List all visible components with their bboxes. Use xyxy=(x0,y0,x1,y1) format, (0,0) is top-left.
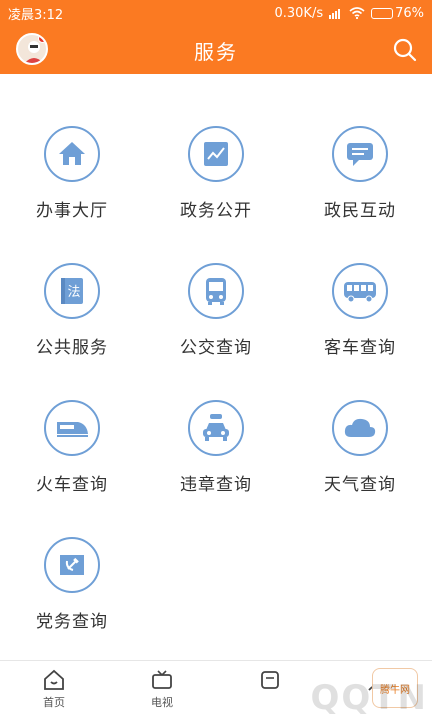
car-icon xyxy=(203,414,229,441)
search-icon[interactable] xyxy=(392,37,418,63)
status-indicators: 0.30K/s 76% xyxy=(274,6,424,21)
service-item-bus[interactable]: 公交查询 xyxy=(156,263,276,373)
service-item-gov-affairs[interactable]: 政务公开 xyxy=(156,126,276,236)
avatar[interactable] xyxy=(16,33,48,65)
service-item-party[interactable]: 党务查询 xyxy=(12,537,132,647)
service-item-public-service[interactable]: 法 公共服务 xyxy=(12,263,132,373)
tab-label: 电视 xyxy=(151,696,173,709)
service-label: 违章查询 xyxy=(180,475,252,495)
service-icon xyxy=(261,671,279,689)
battery-text: 76% xyxy=(395,5,424,21)
watermark-badge: 腾牛网 xyxy=(372,668,418,708)
party-flag-icon xyxy=(60,555,84,575)
service-item-coach[interactable]: 客车查询 xyxy=(300,263,420,373)
tab-service[interactable] xyxy=(216,661,324,720)
svg-text:法: 法 xyxy=(67,285,80,300)
tab-home[interactable]: 首页 xyxy=(0,661,108,720)
service-label: 客车查询 xyxy=(324,338,396,358)
chat-icon xyxy=(347,143,373,166)
service-label: 办事大厅 xyxy=(36,201,108,221)
service-label: 党务查询 xyxy=(36,612,108,632)
status-time: 凌晨3:12 xyxy=(8,7,64,23)
tab-label: 首页 xyxy=(43,696,65,709)
service-label: 火车查询 xyxy=(36,475,108,495)
home-icon xyxy=(44,669,64,690)
cloud-icon xyxy=(344,418,376,437)
service-item-weather[interactable]: 天气查询 xyxy=(300,400,420,510)
service-item-interaction[interactable]: 政民互动 xyxy=(300,126,420,236)
train-icon xyxy=(57,422,88,437)
signal-icon xyxy=(329,9,341,19)
app-header: 服务 xyxy=(0,26,432,74)
house-icon xyxy=(59,142,85,165)
chart-icon xyxy=(204,142,228,166)
tab-tv[interactable]: 电视 xyxy=(108,661,216,720)
watermark-badge-text: 腾牛网 xyxy=(380,684,410,696)
bus-front-icon xyxy=(206,278,226,305)
wifi-icon xyxy=(349,7,365,19)
service-item-train[interactable]: 火车查询 xyxy=(12,400,132,510)
service-item-office-hall[interactable]: 办事大厅 xyxy=(12,126,132,236)
service-label: 公交查询 xyxy=(180,338,252,358)
service-label: 政民互动 xyxy=(324,201,396,221)
notification-dot xyxy=(38,35,46,43)
law-book-icon: 法 xyxy=(61,278,83,304)
bottom-tab-bar: 首页 电视 xyxy=(0,660,432,720)
coach-icon xyxy=(344,282,376,303)
tv-icon xyxy=(152,670,172,689)
service-label: 公共服务 xyxy=(36,338,108,358)
network-speed: 0.30K/s xyxy=(274,5,324,21)
page-title: 服务 xyxy=(194,39,238,64)
service-label: 政务公开 xyxy=(180,201,252,221)
battery-indicator: 76% xyxy=(371,6,424,21)
status-bar: 凌晨3:12 0.30K/s 76% xyxy=(0,0,432,26)
service-label: 天气查询 xyxy=(324,475,396,495)
service-item-violation[interactable]: 违章查询 xyxy=(156,400,276,510)
battery-icon xyxy=(371,7,394,19)
